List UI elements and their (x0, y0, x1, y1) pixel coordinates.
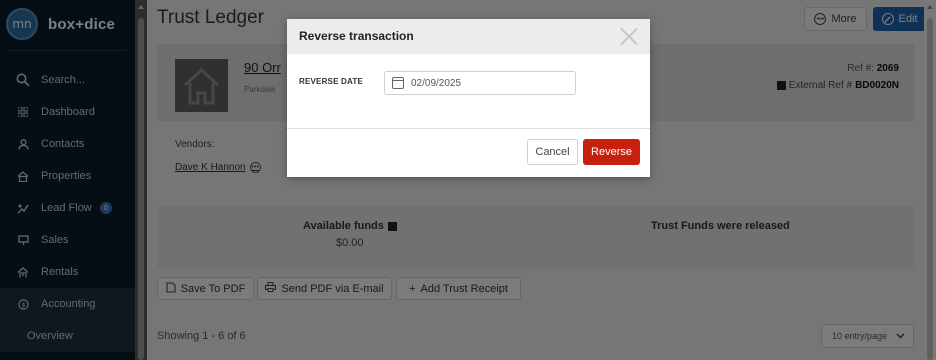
dialog-title: Reverse transaction (299, 29, 414, 43)
close-icon[interactable] (620, 27, 638, 45)
reverse-date-input[interactable]: 02/09/2025 (384, 71, 576, 95)
calendar-icon (392, 77, 404, 89)
reverse-transaction-dialog: Reverse transaction REVERSE DATE 02/09/2… (287, 19, 650, 177)
dialog-header: Reverse transaction (287, 19, 650, 54)
reverse-button[interactable]: Reverse (583, 139, 640, 165)
divider (287, 128, 650, 129)
reverse-date-label: REVERSE DATE (299, 77, 364, 86)
cancel-button[interactable]: Cancel (527, 139, 578, 165)
reverse-date-value: 02/09/2025 (411, 77, 462, 89)
